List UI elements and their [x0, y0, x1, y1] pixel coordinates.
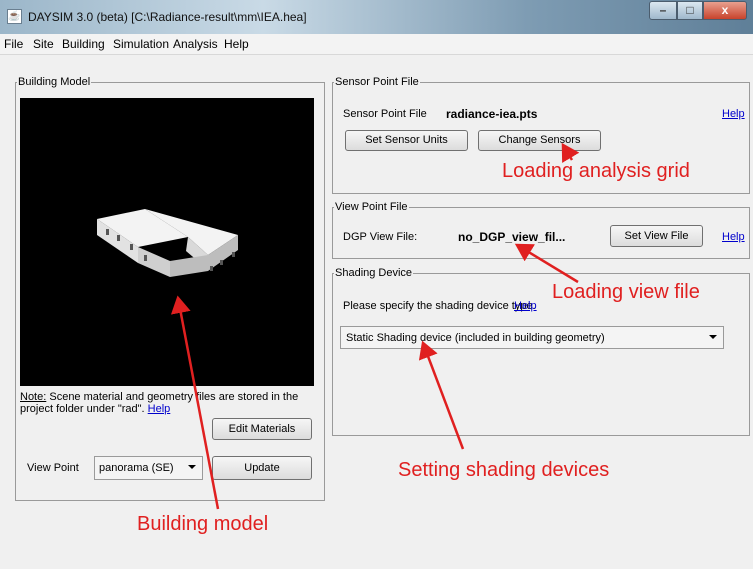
annotation-arrows	[170, 142, 580, 510]
arrow-view-file	[514, 243, 579, 284]
arrow-analysis-grid	[561, 142, 580, 164]
arrow-building-model	[170, 295, 220, 510]
arrow-shading-devices	[418, 340, 465, 450]
